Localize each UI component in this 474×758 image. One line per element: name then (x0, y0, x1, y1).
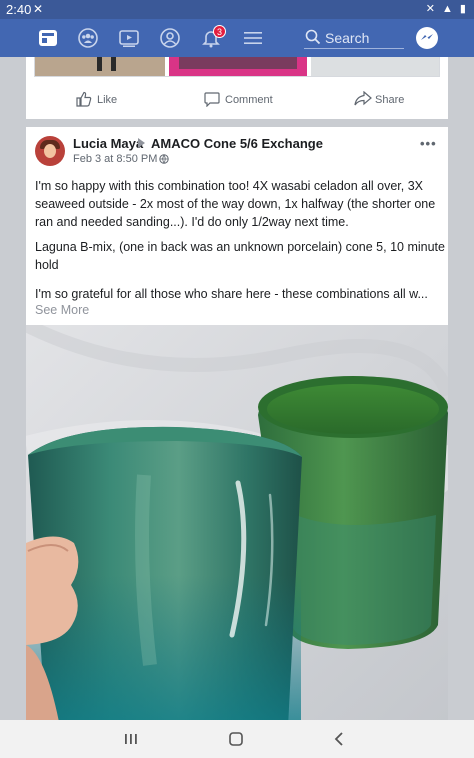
status-app-icon: ✕ (33, 2, 44, 16)
previous-post-card: Like Comment Share (26, 57, 448, 119)
status-right-icons: ✕ ▲ ▮ (425, 3, 468, 15)
watch-video-icon[interactable] (118, 27, 140, 49)
status-time: 2:40 (6, 2, 32, 17)
previous-post-photos (34, 57, 440, 77)
messenger-button[interactable] (416, 27, 438, 49)
back-icon[interactable] (331, 730, 349, 748)
post-group-name[interactable]: AMACO Cone 5/6 Exchange (151, 136, 323, 151)
groups-icon[interactable] (77, 27, 99, 49)
post-options-button[interactable]: ••• (420, 136, 437, 151)
notifications-badge: 3 (213, 25, 226, 38)
post-timestamp[interactable]: Feb 3 at 8:50 PM · (73, 153, 164, 165)
like-button[interactable]: Like (76, 89, 120, 111)
author-avatar[interactable] (35, 136, 65, 166)
post-text-paragraph: I'm so grateful for all those who share … (35, 287, 428, 301)
photo-thumbnail[interactable] (35, 57, 165, 76)
share-label: Share (375, 94, 405, 106)
status-bar: 2:40 ✕ ✕ ▲ ▮ (0, 0, 474, 19)
comment-button[interactable]: Comment (204, 89, 274, 111)
messenger-icon (421, 34, 433, 40)
share-button[interactable]: Share (354, 89, 406, 111)
comment-label: Comment (225, 94, 273, 106)
post-author-name[interactable]: Lucia Maya (73, 136, 143, 151)
post-action-bar: Like Comment Share (26, 89, 448, 111)
photo-thumbnail[interactable] (311, 57, 439, 76)
profile-icon[interactable] (159, 27, 181, 49)
like-thumb-icon (76, 91, 92, 107)
share-arrow-icon (354, 91, 372, 106)
search-icon (305, 29, 321, 45)
news-feed-icon[interactable] (37, 27, 59, 49)
menu-icon[interactable] (242, 27, 264, 49)
comment-bubble-icon (204, 92, 220, 107)
like-label: Like (97, 94, 118, 106)
post-text-paragraph: I'm so happy with this combination too! … (35, 179, 436, 229)
search-placeholder: Search (325, 30, 370, 46)
posted-to-arrow-icon (138, 138, 145, 148)
see-more-link[interactable]: See More (35, 303, 89, 317)
system-navigation-bar (0, 720, 474, 758)
globe-privacy-icon (159, 154, 169, 164)
search-input[interactable]: Search (304, 27, 404, 49)
home-icon[interactable] (227, 730, 245, 748)
glazed-mugs-photo (26, 325, 448, 720)
recent-apps-icon[interactable] (122, 730, 140, 748)
news-feed[interactable]: Like Comment Share Lucia Maya AMACO Cone… (0, 57, 474, 720)
photo-thumbnail[interactable] (169, 57, 307, 76)
post-card: Lucia Maya AMACO Cone 5/6 Exchange Feb 3… (26, 127, 448, 720)
post-text-paragraph: Laguna B-mix, (one in back was an unknow… (35, 240, 445, 272)
post-photo[interactable] (26, 325, 448, 720)
